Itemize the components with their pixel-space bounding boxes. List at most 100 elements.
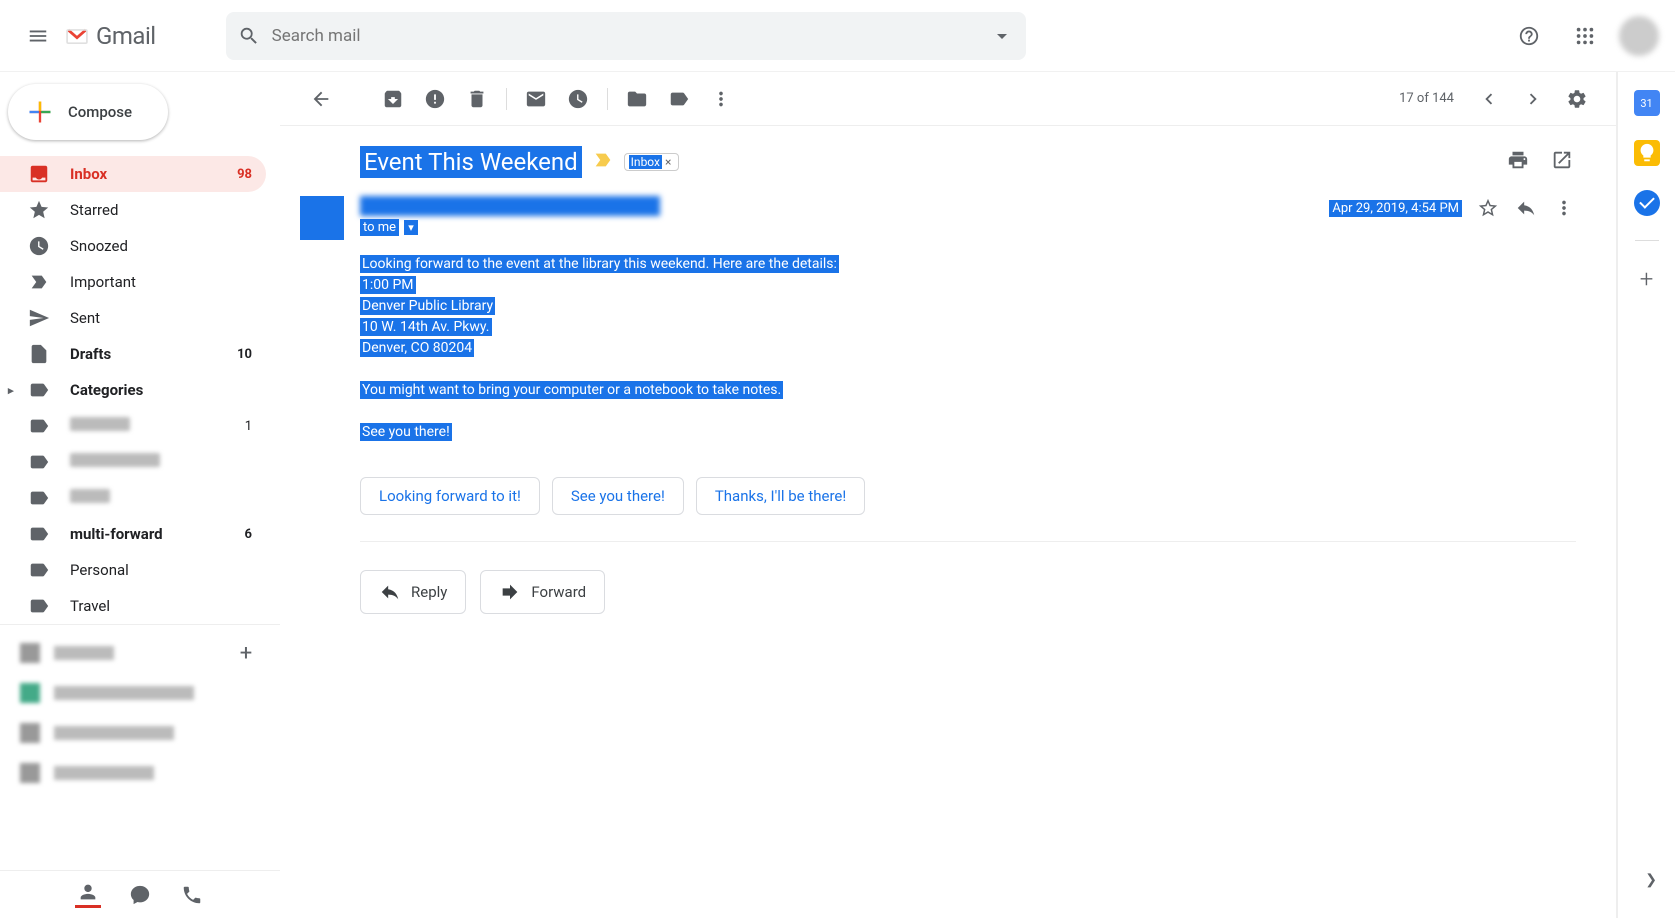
star-button[interactable] [1476, 196, 1500, 220]
hangouts-add-button[interactable]: + [232, 639, 260, 667]
open-in-new-icon [1551, 149, 1573, 171]
nav-item-snoozed[interactable]: Snoozed [0, 228, 266, 264]
tasks-addon[interactable] [1634, 190, 1660, 216]
hide-panel-button[interactable]: ❯ [1645, 872, 1657, 888]
top-right-controls [1507, 14, 1659, 58]
sidebar: Compose Inbox98StarredSnoozedImportantSe… [0, 72, 280, 918]
hangouts-contact[interactable] [0, 673, 280, 713]
pagination-text: 17 of 144 [1399, 91, 1454, 106]
nav-item-label[interactable] [0, 444, 266, 480]
hangouts-header[interactable]: + [0, 633, 280, 673]
print-icon [1507, 149, 1529, 171]
account-avatar[interactable] [1619, 16, 1659, 56]
keep-icon [1636, 142, 1658, 164]
prev-button[interactable] [1468, 78, 1510, 120]
help-icon [1518, 25, 1540, 47]
nav-item-label[interactable]: 1 [0, 408, 266, 444]
inbox-label-chip[interactable]: Inbox × [624, 153, 680, 171]
gmail-icon [66, 25, 88, 47]
reply-icon [1515, 197, 1537, 219]
hangouts-section: + [0, 624, 280, 801]
hangouts-phone-tab[interactable] [179, 882, 205, 908]
hangouts-contact[interactable] [0, 713, 280, 753]
top-bar: Gmail [0, 0, 1675, 72]
reply-button[interactable]: Reply [360, 570, 466, 614]
label-icon [668, 88, 690, 110]
hamburger-icon [27, 25, 49, 47]
forward-button[interactable]: Forward [480, 570, 605, 614]
reply-icon [379, 581, 401, 603]
gear-icon [1566, 88, 1588, 110]
hangouts-contact[interactable] [0, 753, 280, 793]
smart-reply-chip[interactable]: See you there! [552, 477, 684, 515]
content-area: 17 of 144 Event This Weekend Inbox × [280, 72, 1617, 918]
open-new-window-button[interactable] [1548, 146, 1576, 174]
delete-button[interactable] [456, 78, 498, 120]
main-menu-button[interactable] [16, 14, 60, 58]
sender-avatar[interactable] [300, 196, 344, 240]
message-more-button[interactable] [1552, 196, 1576, 220]
get-addons-button[interactable]: + [1640, 265, 1654, 293]
nav-item-personal[interactable]: Personal [0, 552, 266, 588]
nav-item-sent[interactable]: Sent [0, 300, 266, 336]
calendar-addon[interactable]: 31 [1634, 90, 1660, 116]
compose-plus-icon [26, 98, 54, 126]
nav-item-drafts[interactable]: Drafts10 [0, 336, 266, 372]
archive-button[interactable] [372, 78, 414, 120]
side-panel: 31 + ❯ [1617, 72, 1675, 918]
important-marker-icon[interactable] [592, 149, 614, 176]
nav-item-starred[interactable]: Starred [0, 192, 266, 228]
show-details-button[interactable]: ▾ [404, 220, 418, 235]
remove-label-x-icon[interactable]: × [662, 155, 674, 169]
back-button[interactable] [300, 78, 342, 120]
archive-icon [382, 88, 404, 110]
apps-grid-icon [1574, 25, 1596, 47]
person-icon [77, 881, 99, 903]
nav-item-important[interactable]: Important [0, 264, 266, 300]
reply-icon-button[interactable] [1514, 196, 1538, 220]
more-button[interactable] [700, 78, 742, 120]
search-input[interactable] [272, 26, 990, 46]
nav-item-travel[interactable]: Travel [0, 588, 266, 624]
trash-icon [466, 88, 488, 110]
smart-replies: Looking forward to it! See you there! Than… [360, 477, 1576, 515]
settings-button[interactable] [1556, 78, 1598, 120]
search-bar[interactable] [226, 12, 1026, 60]
compose-button[interactable]: Compose [8, 84, 168, 140]
labels-button[interactable] [658, 78, 700, 120]
chevron-right-icon [1522, 88, 1544, 110]
report-spam-button[interactable] [414, 78, 456, 120]
mail-icon [525, 88, 547, 110]
nav-item-inbox[interactable]: Inbox98 [0, 156, 266, 192]
hangouts-tabs [0, 870, 280, 918]
mark-unread-button[interactable] [515, 78, 557, 120]
compose-label: Compose [68, 103, 132, 121]
nav-list: Inbox98StarredSnoozedImportantSentDrafts… [0, 156, 280, 624]
hangouts-contacts-tab[interactable] [75, 882, 101, 908]
email-toolbar: 17 of 144 [280, 72, 1616, 126]
print-button[interactable] [1504, 146, 1532, 174]
snooze-button[interactable] [557, 78, 599, 120]
more-vert-icon [710, 88, 732, 110]
folder-icon [626, 88, 648, 110]
keep-addon[interactable] [1634, 140, 1660, 166]
next-button[interactable] [1512, 78, 1554, 120]
nav-item-multi-forward[interactable]: multi-forward6 [0, 516, 266, 552]
email-body: Looking forward to the event at the libr… [360, 254, 1576, 443]
email-subject: Event This Weekend [360, 146, 582, 178]
search-icon [238, 25, 260, 47]
smart-reply-chip[interactable]: Looking forward to it! [360, 477, 540, 515]
nav-item-label[interactable] [0, 480, 266, 516]
apps-button[interactable] [1563, 14, 1607, 58]
hangouts-chat-tab[interactable] [127, 882, 153, 908]
move-to-button[interactable] [616, 78, 658, 120]
search-options-dropdown-icon[interactable] [990, 24, 1014, 48]
phone-icon [181, 884, 203, 906]
forward-icon [499, 581, 521, 603]
smart-reply-chip[interactable]: Thanks, I'll be there! [696, 477, 865, 515]
support-button[interactable] [1507, 14, 1551, 58]
star-outline-icon [1477, 197, 1499, 219]
hangouts-icon [129, 884, 151, 906]
gmail-logo[interactable]: Gmail [66, 22, 156, 50]
nav-item-categories[interactable]: ▸Categories [0, 372, 266, 408]
